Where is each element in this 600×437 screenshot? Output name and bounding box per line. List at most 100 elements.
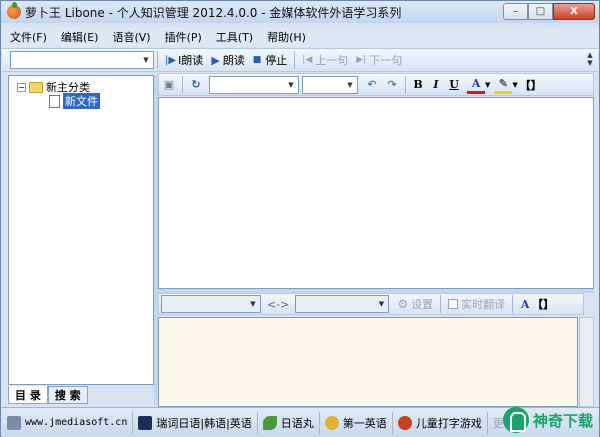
chevron-down-icon: ▼ <box>288 80 294 89</box>
gear-icon: ⚙ <box>397 297 409 311</box>
stop-button[interactable]: ■ 停止 <box>249 50 292 70</box>
minimize-button[interactable]: – <box>503 3 528 20</box>
read-button[interactable]: ▶ 朗读 <box>207 50 248 70</box>
tree-file-label: 新文件 <box>63 93 100 109</box>
stop-label: 停止 <box>265 54 288 67</box>
watermark-logo-icon <box>502 407 529 433</box>
maximize-button[interactable]: □ <box>528 3 553 20</box>
category-combo[interactable]: ▼ <box>10 51 154 69</box>
read-i-label: I朗读 <box>178 54 204 67</box>
chevron-down-icon: ▼ <box>587 59 593 67</box>
settings-button[interactable]: ⚙ 设置 <box>393 294 437 314</box>
undo-icon[interactable]: ↶ <box>364 77 380 93</box>
toolbar-separator <box>294 51 296 69</box>
taskbar-item-label: 日语丸 <box>280 416 314 430</box>
read-label: 朗读 <box>222 54 245 67</box>
window-title: 萝卜王 Libone - 个人知识管理 2012.4.0.0 - 金媒体软件外语… <box>25 5 402 20</box>
home-icon <box>7 415 21 430</box>
left-tab-strip: 目 录 搜 索 <box>8 386 154 404</box>
refresh-icon[interactable]: ↻ <box>188 77 204 93</box>
next-sentence-button[interactable]: ▶| 下一句 <box>352 50 406 70</box>
brackets-button[interactable]: 【】 <box>520 76 542 94</box>
redo-icon[interactable]: ↷ <box>384 77 400 93</box>
chevron-down-icon: ▼ <box>250 300 256 308</box>
translation-output-area[interactable] <box>158 317 578 407</box>
main-toolbar: ▼ |▶ I朗读 ▶ 朗读 ■ 停止 |◀ 上一句 ▶| 下一句 <box>2 48 598 72</box>
highlighter-icon[interactable]: ✎ <box>494 76 513 94</box>
dtcm-icon <box>397 415 412 430</box>
chevron-down-icon: ▼ <box>347 80 353 89</box>
taskbar-item-label: 瑞词日语|韩语|英语 <box>156 416 252 430</box>
italic-button[interactable]: I <box>427 76 445 94</box>
font-size-combo[interactable]: ▼ <box>302 75 358 94</box>
translation-scrollbar[interactable] <box>579 317 594 407</box>
toolbar-separator <box>182 75 183 94</box>
skip-forward-icon: ▶| <box>356 55 367 65</box>
font-color-button[interactable]: A <box>467 76 485 94</box>
target-language-combo[interactable]: ▼ <box>295 295 390 313</box>
prev-sentence-button[interactable]: |◀ 上一句 <box>298 50 352 70</box>
taskbar-item-typing-game[interactable]: 儿童打字游戏 <box>393 411 488 434</box>
menu-voice[interactable]: 语音(V) <box>112 29 150 45</box>
menu-file[interactable]: 文件(F) <box>10 29 47 45</box>
tab-search[interactable]: 搜 索 <box>47 386 88 404</box>
title-bar: 萝卜王 Libone - 个人知识管理 2012.4.0.0 - 金媒体软件外语… <box>1 1 599 23</box>
close-button[interactable]: X <box>553 3 595 20</box>
stop-icon: ■ <box>252 55 262 65</box>
taskbar-item-japanese[interactable]: 日语丸 <box>258 411 320 434</box>
underline-button[interactable]: U <box>445 76 463 94</box>
taskbar-item-website[interactable]: www.jmediasoft.cn <box>2 411 134 434</box>
taskbar-item-label: 第一英语 <box>342 416 387 430</box>
radish-app-icon <box>7 2 21 19</box>
translation-brackets-button[interactable]: 【】 <box>532 295 554 313</box>
checkbox-icon <box>448 299 459 309</box>
folder-icon <box>29 81 43 93</box>
next-sentence-label: 下一句 <box>369 54 403 67</box>
translation-toolbar: ▼ <-> ▼ ⚙ 设置 实时翻译 A 【】 <box>158 293 584 315</box>
save-icon[interactable]: ▣ <box>161 77 177 93</box>
toolbar-separator <box>440 295 442 313</box>
main-window: 萝卜王 Libone - 个人知识管理 2012.4.0.0 - 金媒体软件外语… <box>0 0 600 437</box>
realtime-translate-label: 实时翻译 <box>461 298 506 311</box>
chevron-up-icon: ▲ <box>587 51 593 59</box>
toolbar-separator <box>512 295 514 313</box>
tree-expander[interactable]: − <box>17 82 26 92</box>
tab-directory[interactable]: 目 录 <box>8 386 48 404</box>
settings-label: 设置 <box>411 298 434 311</box>
source-language-combo[interactable]: ▼ <box>161 295 261 313</box>
chevron-down-icon: ▼ <box>143 56 149 64</box>
taskbar-item-english[interactable]: 第一英语 <box>320 411 393 434</box>
read-i-button[interactable]: |▶ I朗读 <box>161 50 207 70</box>
realtime-translate-toggle[interactable]: 实时翻译 <box>444 294 509 314</box>
swap-language-button[interactable]: <-> <box>267 298 289 311</box>
tree-file-row[interactable]: 新文件 <box>49 93 100 109</box>
menu-tools[interactable]: 工具(T) <box>216 29 253 45</box>
editor-toolbar: ▣ ↻ ▼ ▼ ↶ ↷ B I U A ▼ ✎ ▼ 【】 <box>158 73 594 96</box>
text-editor-area[interactable] <box>158 97 594 289</box>
toolbar-overflow-arrows[interactable]: ▲ ▼ <box>584 51 596 71</box>
menu-help[interactable]: 帮助(H) <box>267 29 306 45</box>
taskbar-item-label: www.jmediasoft.cn <box>25 417 128 428</box>
toolbar-separator <box>157 51 158 69</box>
bold-button[interactable]: B <box>409 76 427 94</box>
toolbar-separator <box>405 75 406 94</box>
taskbar-item-label: 儿童打字游戏 <box>415 416 482 430</box>
prev-sentence-label: 上一句 <box>315 54 349 67</box>
taskbar-item-ruici[interactable]: 瑞词日语|韩语|英语 <box>133 411 258 434</box>
play-icon: ▶ <box>211 53 220 67</box>
chevron-down-icon[interactable]: ▼ <box>485 81 490 89</box>
watermark-text: 神奇下载 <box>532 411 593 430</box>
skip-back-icon: |◀ <box>302 55 313 65</box>
clock-icon <box>324 415 339 430</box>
document-icon <box>49 94 60 108</box>
sw-icon <box>138 415 153 430</box>
menu-bar: 文件(F) 编辑(E) 语音(V) 插件(P) 工具(T) 帮助(H) <box>2 27 598 47</box>
menu-edit[interactable]: 编辑(E) <box>61 29 99 45</box>
leaf-icon <box>262 415 277 430</box>
category-tree-panel: − 新主分类 新文件 <box>8 75 154 385</box>
font-name-combo[interactable]: ▼ <box>209 75 299 94</box>
chevron-down-icon[interactable]: ▼ <box>512 81 517 89</box>
watermark: 神奇下载 <box>502 406 593 434</box>
chevron-down-icon: ▼ <box>378 300 385 308</box>
menu-plugins[interactable]: 插件(P) <box>165 29 202 45</box>
